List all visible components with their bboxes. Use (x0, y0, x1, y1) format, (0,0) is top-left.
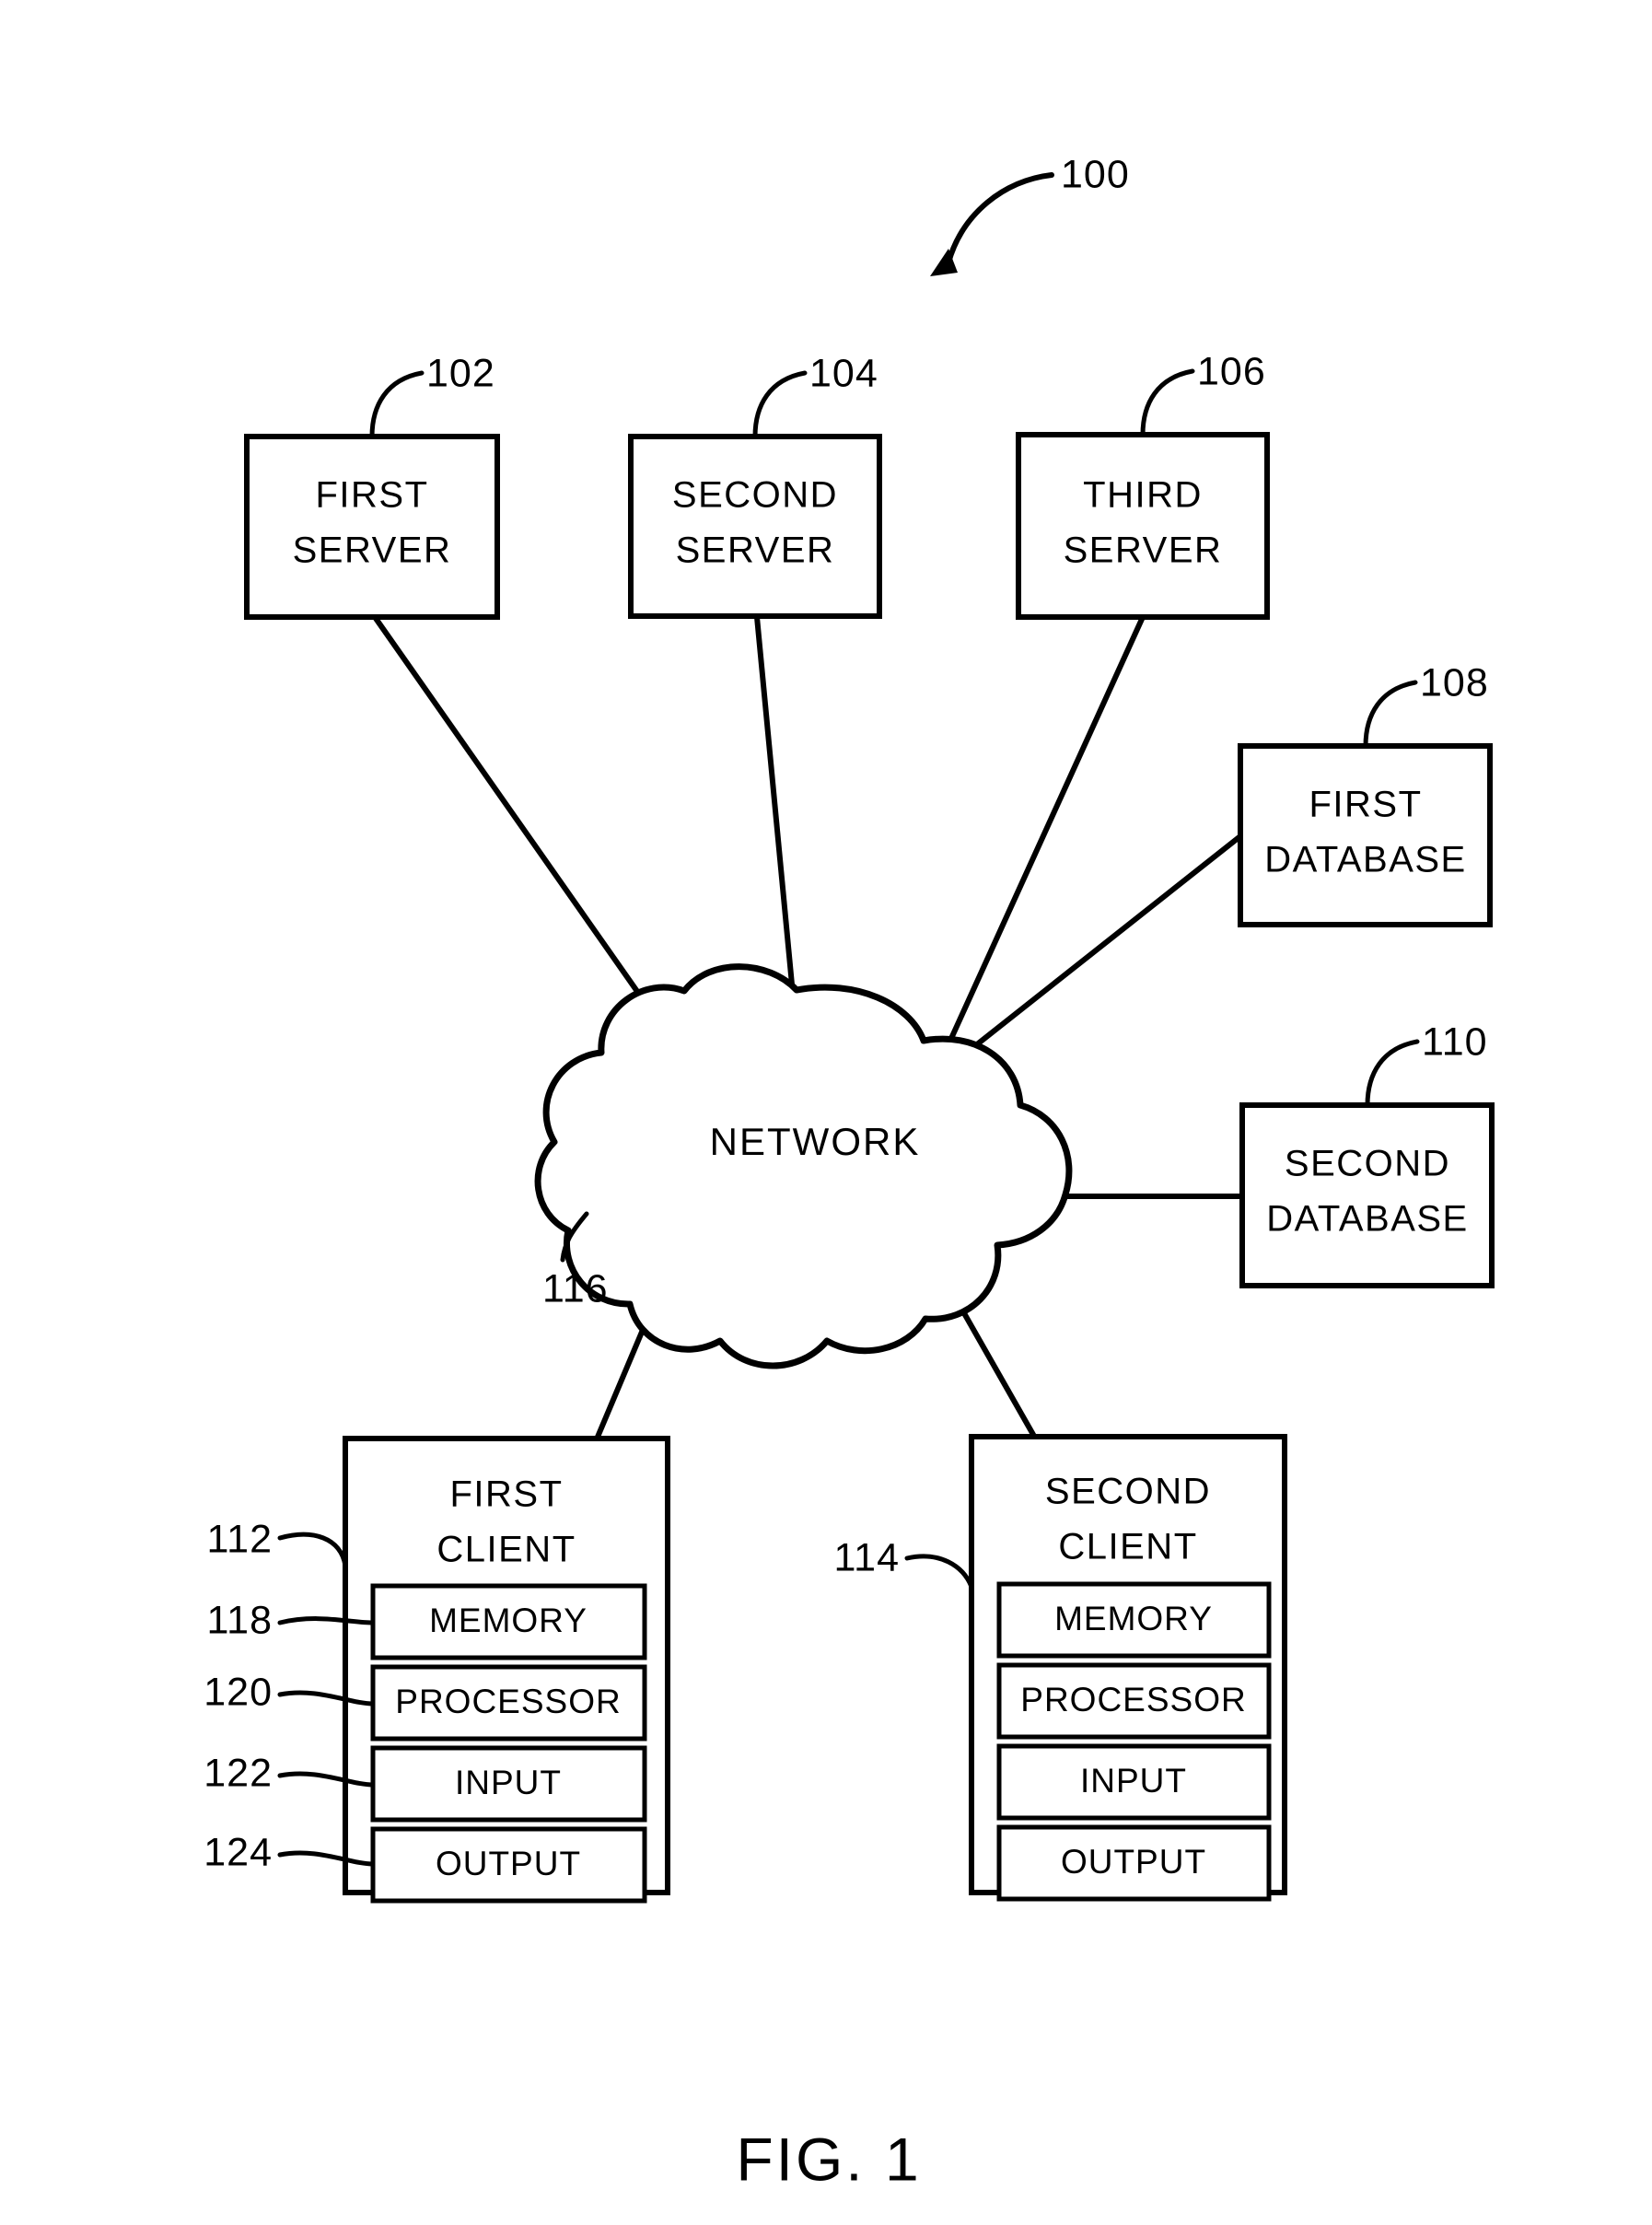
ref-number-114: 114 (833, 1535, 900, 1579)
ref-number-112: 112 (206, 1517, 273, 1561)
ref-number-120: 120 (204, 1670, 273, 1714)
first-client-label-line1: FIRST (449, 1474, 563, 1515)
third-server-leader-line (1140, 368, 1195, 437)
second-database-label-line2: DATABASE (1266, 1199, 1468, 1240)
second-server-leader-line (752, 370, 808, 439)
first-server-label-line2: SERVER (293, 530, 452, 571)
first-client-input-label: INPUT (455, 1764, 562, 1801)
ref-number-110: 110 (1422, 1019, 1488, 1064)
first-database-leader-line (1363, 680, 1418, 749)
third-server-label-line2: SERVER (1064, 530, 1223, 571)
first-server-label-line1: FIRST (315, 475, 428, 516)
first-database-box[interactable] (1238, 743, 1493, 927)
network-label: NETWORK (710, 1120, 921, 1163)
second-client-label-line1: SECOND (1045, 1472, 1211, 1512)
second-database-box[interactable] (1239, 1102, 1495, 1288)
first-client-output-label: OUTPUT (436, 1845, 581, 1882)
link-third-server-network (942, 615, 1146, 1054)
first-server-box[interactable] (244, 434, 500, 620)
network-cloud-shape[interactable] (534, 963, 1073, 1369)
second-server-label-line1: SECOND (672, 475, 838, 516)
first-database-label-line2: DATABASE (1264, 840, 1466, 880)
ref-number-108: 108 (1420, 660, 1489, 705)
figure-caption: FIG. 1 (736, 2125, 921, 2193)
first-client-memory-label: MEMORY (429, 1602, 588, 1639)
third-server-label-line1: THIRD (1083, 475, 1203, 516)
second-client-processor-label: PROCESSOR (1020, 1681, 1246, 1718)
link-first-database-network (953, 833, 1242, 1065)
ref-number-106: 106 (1197, 349, 1266, 393)
node-network[interactable]: NETWORK 116 (534, 963, 1073, 1369)
node-first-client[interactable]: FIRST CLIENT MEMORY PROCESSOR INPUT OUTP… (204, 1436, 670, 1904)
second-client-memory-label: MEMORY (1054, 1600, 1213, 1637)
ref-number-116: 116 (542, 1266, 609, 1311)
link-first-server-network (372, 615, 678, 1047)
node-second-client[interactable]: SECOND CLIENT MEMORY PROCESSOR INPUT OUT… (833, 1434, 1287, 1902)
node-second-server[interactable]: SECOND SERVER 104 (628, 351, 882, 619)
first-client-leader-line (277, 1532, 348, 1568)
figure-diagram: 100 FIRST SERVER 102 SECOND SERVER 104 T… (204, 152, 1495, 2193)
ref-number-118: 118 (206, 1598, 273, 1642)
node-first-database[interactable]: FIRST DATABASE 108 (1238, 660, 1493, 927)
patent-figure-canvas: 100 FIRST SERVER 102 SECOND SERVER 104 T… (0, 0, 1652, 2225)
second-client-leader-line (904, 1554, 974, 1590)
ref-number-100: 100 (1061, 152, 1130, 196)
second-server-box[interactable] (628, 434, 882, 619)
link-second-server-network (754, 616, 797, 1005)
second-client-input-label: INPUT (1080, 1762, 1187, 1800)
ref-number-124: 124 (204, 1830, 273, 1874)
node-first-server[interactable]: FIRST SERVER 102 (244, 351, 500, 620)
first-server-leader-line (369, 370, 425, 439)
ref-number-104: 104 (809, 351, 878, 395)
system-arrow-curve (946, 172, 1054, 265)
node-third-server[interactable]: THIRD SERVER 106 (1016, 349, 1270, 620)
system-reference-callout: 100 (930, 152, 1130, 276)
ref-number-122: 122 (204, 1751, 273, 1795)
second-database-leader-line (1365, 1039, 1420, 1108)
second-database-label-line1: SECOND (1285, 1144, 1450, 1184)
first-client-processor-label: PROCESSOR (395, 1683, 621, 1720)
node-second-database[interactable]: SECOND DATABASE 110 (1239, 1019, 1495, 1288)
second-client-label-line2: CLIENT (1058, 1527, 1197, 1567)
ref-number-102: 102 (426, 351, 495, 395)
first-database-label-line1: FIRST (1309, 785, 1422, 825)
second-server-label-line2: SERVER (676, 530, 835, 571)
second-client-output-label: OUTPUT (1061, 1843, 1206, 1881)
third-server-box[interactable] (1016, 432, 1270, 620)
first-client-label-line2: CLIENT (436, 1530, 576, 1570)
